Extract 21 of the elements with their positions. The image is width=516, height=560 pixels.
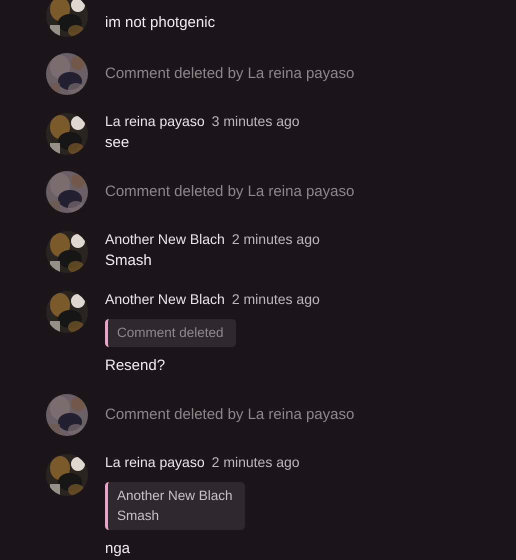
quoted-text: Comment deleted xyxy=(117,324,224,342)
message-text: Resend? xyxy=(105,356,166,376)
deleted-notice: Comment deleted by La reina payaso xyxy=(105,64,354,84)
message-text: Smash xyxy=(105,251,152,271)
quoted-text: Smash xyxy=(117,507,160,525)
author-name: Another New Blach xyxy=(105,230,225,248)
quoted-author: Another New Blach xyxy=(117,487,233,505)
author-name: La reina payaso xyxy=(105,452,205,472)
author-name: Another New Blach xyxy=(105,290,225,308)
reply-quote[interactable]: Comment deleted xyxy=(105,319,236,347)
reply-quote[interactable]: Another New Blach Smash xyxy=(105,482,245,530)
timestamp: 2 minutes ago xyxy=(232,290,320,309)
timestamp: 3 minutes ago xyxy=(212,112,300,131)
author-name: La reina payaso xyxy=(105,112,205,131)
message-text: nga xyxy=(105,539,130,559)
timestamp: 2 minutes ago xyxy=(212,452,300,472)
deleted-notice: Comment deleted by La reina payaso xyxy=(105,182,354,202)
deleted-notice: Comment deleted by La reina payaso xyxy=(105,404,354,425)
message-text: im not photgenic xyxy=(105,13,216,33)
timestamp: 2 minutes ago xyxy=(232,230,320,249)
message-text: see xyxy=(105,133,130,153)
